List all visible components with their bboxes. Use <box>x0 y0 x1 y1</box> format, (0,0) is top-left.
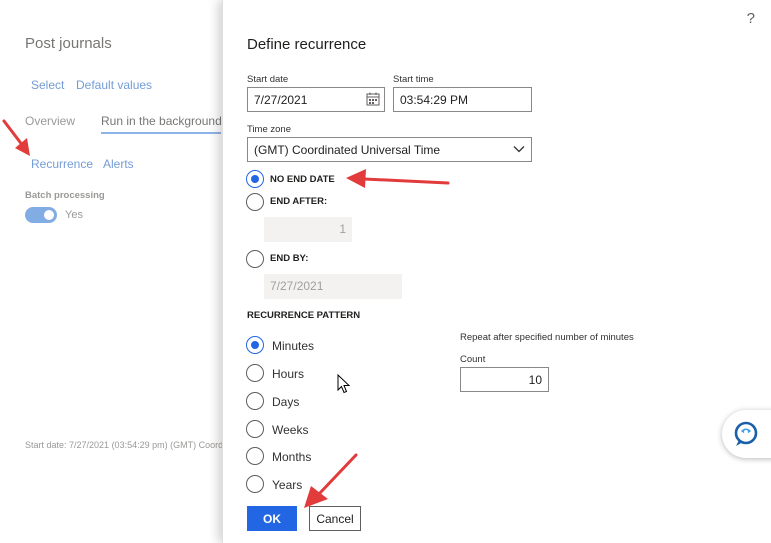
end-by-label: END BY: <box>270 253 309 264</box>
red-arrow-icon <box>304 453 358 508</box>
start-date-value: 7/27/2021 <box>254 93 308 107</box>
background-overlay <box>0 0 222 543</box>
weeks-radio[interactable] <box>246 420 264 438</box>
time-zone-label: Time zone <box>247 124 291 135</box>
mouse-cursor-icon <box>337 374 351 394</box>
months-radio[interactable] <box>246 447 264 465</box>
red-arrow-icon <box>346 169 450 188</box>
start-time-input[interactable]: 03:54:29 PM <box>393 87 532 112</box>
end-by-input[interactable]: 7/27/2021 <box>264 274 402 299</box>
red-arrow-icon <box>2 119 30 156</box>
end-by-value: 7/27/2021 <box>270 279 324 293</box>
calendar-icon[interactable] <box>366 92 380 106</box>
time-zone-select[interactable]: (GMT) Coordinated Universal Time <box>247 137 532 162</box>
dialog-title: Define recurrence <box>247 36 367 53</box>
end-after-value: 1 <box>339 222 346 236</box>
no-end-date-label: NO END DATE <box>270 174 335 185</box>
weeks-label: Weeks <box>272 423 309 437</box>
ok-button[interactable]: OK <box>247 506 297 531</box>
chat-icon[interactable] <box>732 420 760 448</box>
end-after-input[interactable]: 1 <box>264 217 352 242</box>
repeat-description: Repeat after specified number of minutes <box>460 332 634 343</box>
start-time-label: Start time <box>393 74 434 85</box>
hours-label: Hours <box>272 367 305 381</box>
count-value: 10 <box>528 373 542 387</box>
end-after-label: END AFTER: <box>270 196 328 207</box>
days-radio[interactable] <box>246 392 264 410</box>
start-date-label: Start date <box>247 74 289 85</box>
start-time-value: 03:54:29 PM <box>400 93 469 107</box>
end-after-radio[interactable] <box>246 193 264 211</box>
chevron-down-icon <box>513 146 525 153</box>
count-input[interactable]: 10 <box>460 367 549 392</box>
no-end-date-radio[interactable] <box>246 170 264 188</box>
start-date-input[interactable]: 7/27/2021 <box>247 87 385 112</box>
days-label: Days <box>272 395 300 409</box>
end-by-radio[interactable] <box>246 250 264 268</box>
hours-radio[interactable] <box>246 364 264 382</box>
minutes-label: Minutes <box>272 339 315 353</box>
count-label: Count <box>460 354 486 365</box>
help-icon[interactable]: ? <box>747 10 755 27</box>
recurrence-pattern-heading: RECURRENCE PATTERN <box>247 310 361 321</box>
minutes-radio[interactable] <box>246 336 264 354</box>
time-zone-value: (GMT) Coordinated Universal Time <box>254 143 441 157</box>
chat-widget[interactable] <box>722 410 771 458</box>
years-radio[interactable] <box>246 475 264 493</box>
